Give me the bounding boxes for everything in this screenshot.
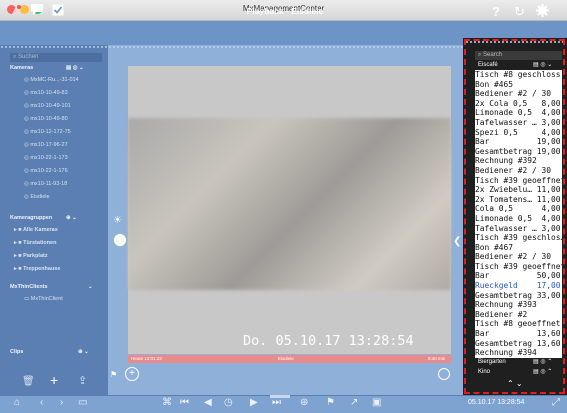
add-icon[interactable]: + (50, 372, 58, 388)
sidebar-grip[interactable] (0, 45, 108, 50)
thinclient-label: MxThinClient (31, 296, 63, 302)
screen-icon[interactable]: ▣ (372, 397, 381, 408)
camera-group-item[interactable]: ▸ ■ Parkplatz (0, 251, 122, 262)
group-folder-icon: ▸ ■ (14, 266, 23, 272)
camera-group-label: Türstationen (23, 240, 56, 246)
header-controls-icon[interactable]: ▤ ◎ ⌄ (66, 63, 84, 74)
camera-search-input[interactable]: ⌕ Suchen (10, 53, 102, 62)
add-circle-icon[interactable]: + (125, 367, 139, 381)
search-icon: ⌕ (13, 54, 16, 60)
group-folder-icon: ▸ ■ (14, 253, 23, 259)
fullscreen-icon[interactable]: ⤢ (552, 397, 560, 408)
thinclients-label: MxThinClients (10, 284, 48, 290)
refresh-icon[interactable]: ↻ (514, 4, 525, 20)
camera-group-label: Parkplatz (23, 253, 47, 259)
clip-start-time: Heute 13:01:23 (131, 356, 162, 361)
camera-label: mx10-10-49-80 (30, 116, 67, 122)
export-icon[interactable]: ⇪ (78, 374, 87, 387)
camera-label: mx10-10-49-101 (30, 103, 70, 109)
camera-label: mx10-10-49-83 (30, 90, 67, 96)
camera-label: mx10-11-93-18 (30, 181, 67, 187)
alarm-icon[interactable] (10, 4, 22, 20)
camera-label: mx10-12-172-75 (30, 129, 70, 135)
skip-start-icon[interactable]: ⏮ (180, 397, 189, 408)
play-icon[interactable]: ▶ (250, 397, 258, 408)
clip-duration: 8:40 min (428, 356, 445, 361)
brightness-icon[interactable] (113, 233, 127, 247)
camera-label: mx10-22-1-173 (30, 155, 67, 161)
skip-end-icon[interactable]: ⏭ (272, 397, 281, 408)
record-icon[interactable] (438, 368, 450, 380)
back-icon[interactable]: ‹ (40, 397, 43, 408)
clips-label: Clips (10, 349, 23, 355)
camera-groups-label: Kameragruppen (10, 215, 52, 221)
bookmark-icon[interactable]: ⚑ (326, 397, 335, 408)
bottom-timestamp: 05.10.17 13:28:54 (468, 399, 524, 406)
speed-icon[interactable]: ⊛ (300, 397, 308, 408)
help-icon[interactable]: ? (492, 4, 500, 20)
camera-group-item[interactable]: ▸ ■ Treppenhause (0, 264, 122, 275)
camera-label: mx10-17-96-27 (30, 142, 67, 148)
camera-label: Eisdiele (30, 194, 49, 200)
clock-icon[interactable]: ◷ (224, 397, 233, 408)
layout-icon[interactable]: ▭ (78, 397, 87, 408)
clip-camera-name: Eisdiele (278, 356, 294, 361)
event-icon[interactable]: ⌘ (162, 397, 172, 408)
camera-group-item[interactable]: ▸ ■ Türstationen (0, 238, 122, 249)
header-controls-icon[interactable]: ⊕ ⌄ (78, 347, 89, 358)
thinclients-header[interactable]: MxThinClients ⌄ (0, 282, 118, 293)
cameras-header[interactable]: Kameras ▤ ◎ ⌄ (0, 63, 118, 74)
camera-groups-header[interactable]: Kameragruppen ⊕ ⌄ (0, 213, 118, 224)
cameras-header-label: Kameras (10, 65, 33, 71)
camera-group-label: Treppenhause (23, 266, 60, 272)
checkbox-icon[interactable] (52, 4, 64, 20)
comment-icon[interactable] (30, 4, 44, 20)
collapse-right-icon[interactable]: ❮ (453, 236, 461, 247)
forward-icon[interactable]: › (60, 397, 63, 408)
highlight-frame (464, 39, 565, 394)
camera-group-label: Alle Kameras (23, 227, 58, 233)
step-back-icon[interactable]: ◀ (204, 397, 212, 408)
panel-resize-handle[interactable] (270, 395, 290, 398)
monitor-icon: ▭ (24, 296, 29, 302)
video-overlay-datetime: Do. 05.10.17 13:28:54 (243, 333, 414, 349)
group-folder-icon: ▸ ■ (14, 240, 23, 246)
sun-icon[interactable]: ☀ (113, 215, 122, 226)
clips-header[interactable]: Clips ⊕ ⌄ (0, 347, 118, 358)
camera-group-item[interactable]: ▸ ■ Alle Kameras (0, 225, 122, 236)
group-folder-icon: ▸ ■ (14, 227, 23, 233)
search-placeholder: Suchen (18, 54, 38, 60)
camera-label: MxMC-Ru...-31-014 (30, 77, 78, 83)
camera-label: mx10-22-1-176 (30, 168, 67, 174)
chevron-down-icon[interactable]: ⌄ (88, 282, 93, 293)
share-icon[interactable]: ↗ (350, 397, 358, 408)
header-controls-icon[interactable]: ⊕ ⌄ (66, 213, 77, 224)
flag-icon[interactable]: ⚑ (110, 370, 117, 379)
blurred-camera-image (128, 118, 451, 290)
trash-icon[interactable]: 🗑 (22, 376, 35, 387)
toolbar-title: Playback - Eisdiele (150, 6, 420, 16)
main-grip[interactable] (108, 45, 463, 50)
settings-icon[interactable] (536, 4, 549, 21)
home-icon[interactable]: ⌂ (14, 397, 20, 408)
